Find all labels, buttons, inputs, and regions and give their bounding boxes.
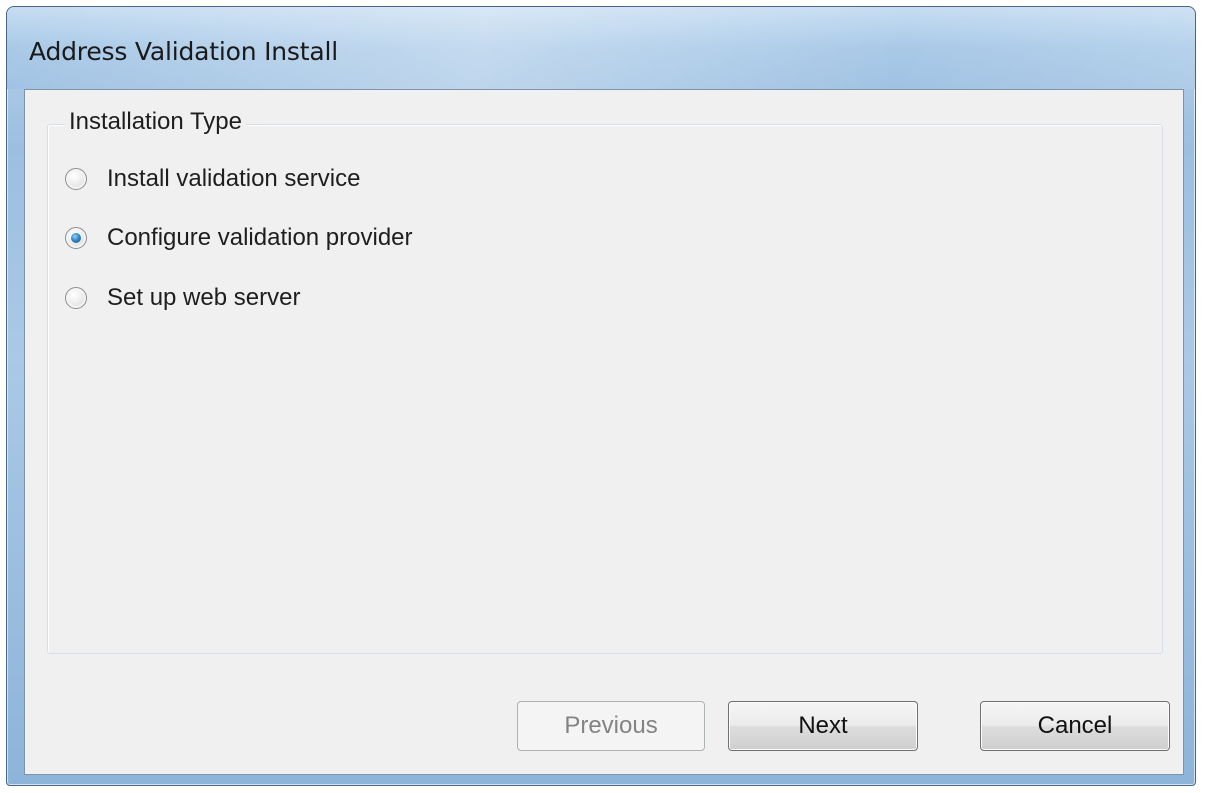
title-bar[interactable]: Address Validation Install [7, 7, 1195, 89]
radio-button-selected-icon[interactable] [65, 227, 87, 249]
installer-window: Address Validation Install Installation … [6, 6, 1196, 786]
radio-label: Install validation service [107, 165, 361, 192]
radio-label: Set up web server [107, 284, 301, 311]
group-legend: Installation Type [65, 108, 247, 136]
radio-label: Configure validation provider [107, 224, 413, 251]
radio-configure-validation-provider[interactable]: Configure validation provider [65, 222, 413, 254]
next-button[interactable]: Next [728, 701, 918, 751]
window-title: Address Validation Install [29, 37, 338, 66]
dialog-content: Installation Type Install validation ser… [24, 89, 1184, 775]
radio-set-up-web-server[interactable]: Set up web server [65, 282, 300, 314]
previous-button[interactable]: Previous [517, 701, 705, 751]
radio-install-validation-service[interactable]: Install validation service [65, 163, 360, 195]
radio-button-icon[interactable] [65, 287, 87, 309]
cancel-button[interactable]: Cancel [980, 701, 1170, 751]
radio-button-icon[interactable] [65, 168, 87, 190]
installation-type-group [47, 124, 1163, 654]
